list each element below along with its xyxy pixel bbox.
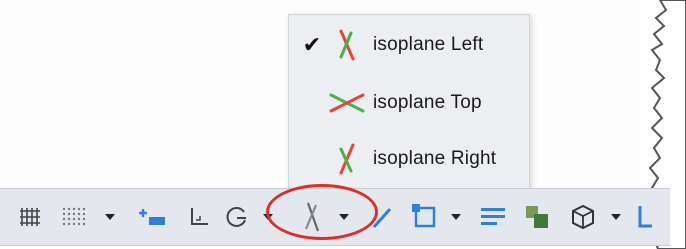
- ucs-icon: [638, 206, 652, 228]
- ortho-mode-button[interactable]: [184, 199, 214, 235]
- polar-tracking-button[interactable]: [222, 199, 252, 235]
- ortho-mode-icon: [191, 208, 208, 225]
- object-snap-icon: [412, 204, 436, 228]
- menu-item-label: isoplane Right: [373, 148, 497, 169]
- isoplane-left-icon: [339, 29, 355, 61]
- checkmark-icon: ✔: [302, 32, 322, 57]
- osnap-dropdown-icon: [451, 214, 461, 220]
- 3d-osnap-dropdown-button[interactable]: [606, 199, 626, 235]
- menu-item-isoplane-left[interactable]: ✔ isoplane Left: [289, 19, 529, 71]
- snap-dropdown-icon: [105, 214, 115, 220]
- lineweight-icon: [481, 208, 505, 225]
- menu-item-label: isoplane Left: [373, 34, 484, 55]
- isoplane-top-icon: [329, 93, 365, 113]
- ucs-button[interactable]: [632, 199, 656, 235]
- transparency-icon: [526, 206, 548, 228]
- transparency-button[interactable]: [520, 199, 554, 235]
- menu-item-label: isoplane Top: [373, 92, 482, 113]
- grid-display-button[interactable]: [16, 199, 44, 235]
- polar-tracking-icon: [226, 207, 246, 227]
- snap-mode-button[interactable]: [58, 199, 88, 235]
- highlight-ring: [266, 184, 378, 240]
- menu-item-isoplane-top[interactable]: isoplane Top: [289, 77, 529, 129]
- snap-mode-icon: [62, 207, 86, 226]
- dynamic-input-button[interactable]: [134, 199, 170, 235]
- isoplane-right-icon: [339, 143, 355, 175]
- 3d-object-snap-icon: [572, 204, 594, 230]
- object-snap-button[interactable]: [406, 199, 440, 235]
- isoplane-menu: ✔ isoplane Left isoplane Top isoplane Ri…: [288, 14, 530, 192]
- menu-item-isoplane-right[interactable]: isoplane Right: [289, 133, 529, 185]
- osnap-dropdown-button[interactable]: [446, 199, 466, 235]
- dynamic-input-icon: [139, 209, 165, 225]
- 3d-object-snap-button[interactable]: [566, 199, 600, 235]
- snap-dropdown-button[interactable]: [100, 199, 120, 235]
- 3d-osnap-dropdown-icon: [611, 214, 621, 220]
- application-window: ✔ isoplane Left isoplane Top isoplane Ri…: [0, 0, 686, 249]
- lineweight-button[interactable]: [476, 199, 510, 235]
- grid-display-icon: [20, 208, 40, 226]
